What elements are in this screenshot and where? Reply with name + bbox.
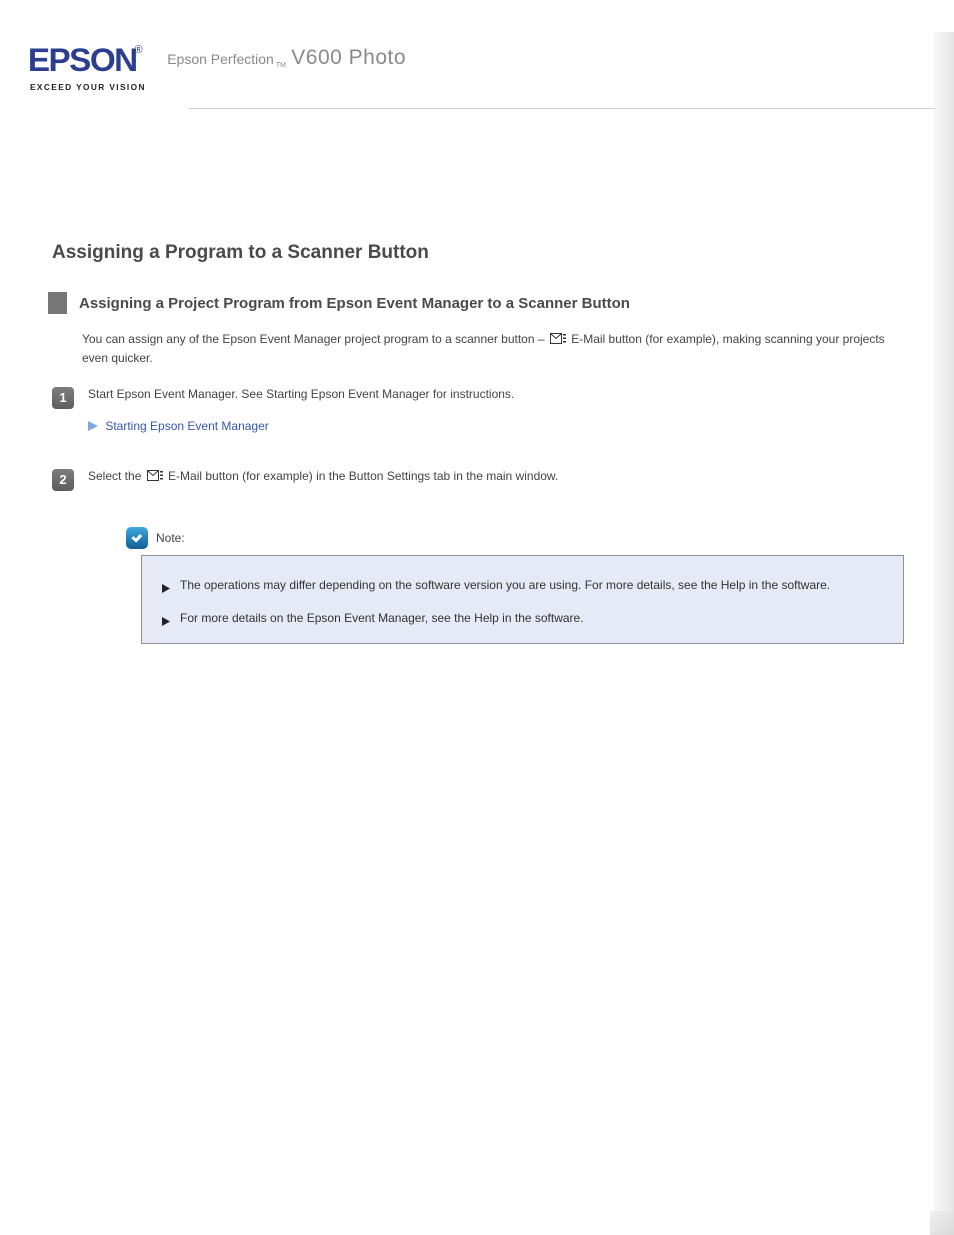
- note-block: Note: The operations may differ dependin…: [126, 527, 904, 644]
- note-item-text: For more details on the Epson Event Mana…: [180, 609, 584, 628]
- brand-tagline: EXCEED YOUR VISION: [30, 82, 146, 92]
- step-2-text-b: E-Mail button (for example) in the Butto…: [168, 469, 558, 483]
- brand-wordmark: EPSON: [28, 44, 137, 76]
- section-heading: Assigning a Project Program from Epson E…: [79, 295, 630, 312]
- see-also-link-row: Starting Epson Event Manager: [88, 419, 904, 433]
- page-title: Assigning a Program to a Scanner Button: [52, 242, 904, 264]
- step-number-icon: 1: [52, 387, 74, 409]
- see-also-link[interactable]: Starting Epson Event Manager: [105, 419, 268, 433]
- content: Assigning a Program to a Scanner Button …: [0, 92, 954, 644]
- section-marker-icon: [48, 292, 67, 314]
- intro-text-1: You can assign any of the Epson Event Ma…: [82, 332, 548, 346]
- step-2: 2 Select the E-Mail button (for example)…: [52, 467, 904, 491]
- mail-icon: [147, 468, 163, 479]
- brand-logo: EPSON® EXCEED YOUR VISION: [30, 44, 146, 92]
- step-number-icon: 2: [52, 469, 74, 491]
- trademark: TM: [276, 62, 286, 69]
- header-divider: [188, 108, 935, 109]
- product-name: Epson PerfectionTM V600 Photo: [167, 46, 406, 70]
- header: EPSON® EXCEED YOUR VISION Epson Perfecti…: [0, 0, 954, 92]
- note-item-text: The operations may differ depending on t…: [180, 576, 830, 595]
- intro-paragraph: You can assign any of the Epson Event Ma…: [82, 330, 904, 367]
- step-2-body: Select the E-Mail button (for example) i…: [88, 467, 558, 491]
- note-check-icon: [126, 527, 148, 549]
- link-arrow-icon: [88, 420, 98, 430]
- note-label: Note:: [156, 531, 185, 545]
- section-heading-row: Assigning a Project Program from Epson E…: [48, 292, 904, 314]
- step-1-text-b: for instructions.: [433, 387, 514, 401]
- product-model: V600 Photo: [291, 46, 406, 69]
- bullet-icon: [162, 613, 170, 622]
- step-1: 1 Start Epson Event Manager. See Startin…: [52, 385, 904, 409]
- note-item: The operations may differ depending on t…: [162, 576, 887, 595]
- page-corner-fold: [930, 1211, 954, 1235]
- note-header: Note:: [126, 527, 904, 549]
- page: EPSON® EXCEED YOUR VISION Epson Perfecti…: [0, 0, 954, 1235]
- step-1-body: Start Epson Event Manager. See Starting …: [88, 385, 514, 409]
- note-item: For more details on the Epson Event Mana…: [162, 609, 887, 628]
- step-1-text-a: Start Epson Event Manager. See: [88, 387, 266, 401]
- mail-icon: [550, 331, 566, 342]
- page-shadow: [934, 32, 954, 1212]
- bullet-icon: [162, 580, 170, 589]
- step-1-inline-link[interactable]: Starting Epson Event Manager: [266, 387, 429, 401]
- note-box: The operations may differ depending on t…: [141, 555, 904, 644]
- step-2-text-a: Select the: [88, 469, 145, 483]
- product-prefix: Epson Perfection: [167, 51, 274, 67]
